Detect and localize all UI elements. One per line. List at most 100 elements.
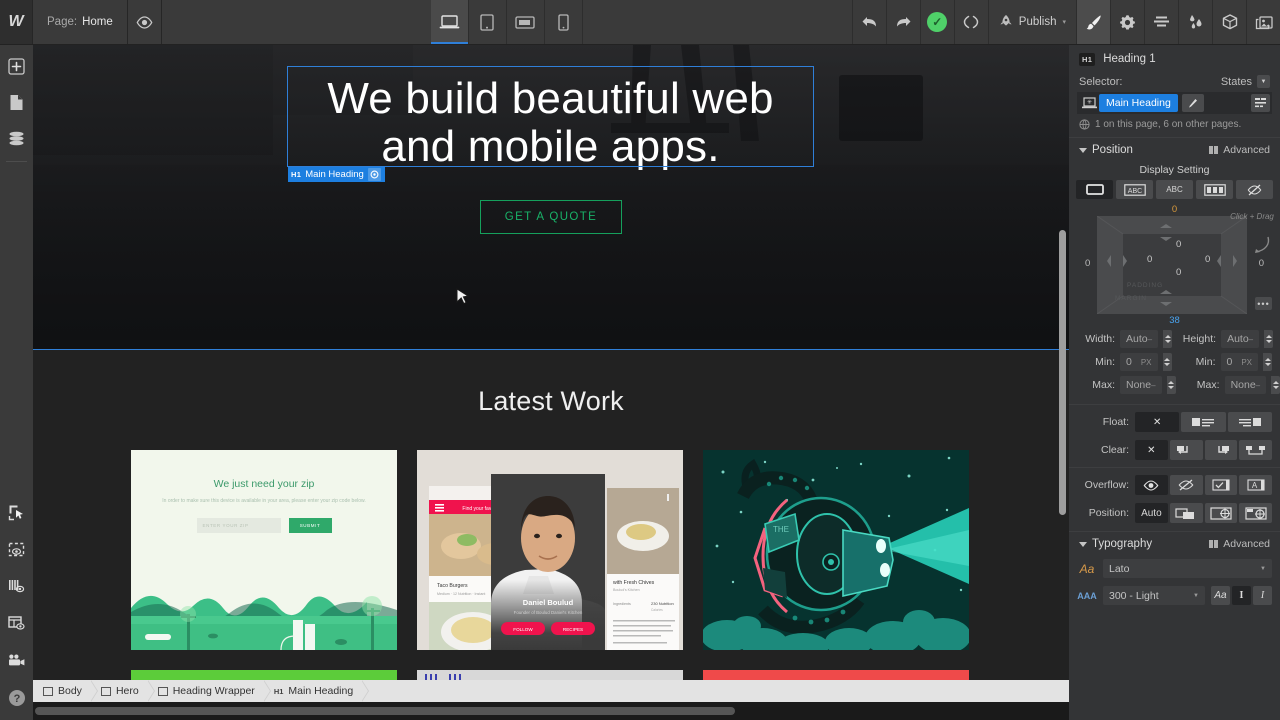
height-stepper[interactable]	[1264, 330, 1273, 348]
padding-top-value[interactable]: 0	[1176, 239, 1181, 250]
max-width-stepper[interactable]	[1167, 376, 1176, 394]
text-italic-button[interactable]: I	[1253, 586, 1272, 605]
page-selector[interactable]: Page: Home	[33, 0, 128, 44]
rail-item-help[interactable]: ?	[0, 681, 33, 714]
pencil-icon[interactable]	[1182, 94, 1204, 112]
device-tablet[interactable]	[469, 0, 507, 44]
recipe-app-card[interactable]: Find your favorites Taco Burgers Medium …	[417, 450, 683, 650]
min-width-field[interactable]: 0 PX	[1120, 353, 1158, 371]
max-height-stepper[interactable]	[1271, 376, 1280, 394]
display-none-button[interactable]	[1236, 180, 1273, 199]
undo-button[interactable]	[852, 0, 886, 44]
main-heading-selection[interactable]: We build beautiful web and mobile apps.	[288, 67, 813, 166]
rail-item-layout-preview[interactable]	[0, 607, 33, 640]
position-absolute-button[interactable]	[1205, 503, 1238, 523]
device-tablet-landscape[interactable]	[507, 0, 545, 44]
overflow-visible-button[interactable]	[1135, 475, 1168, 495]
display-flex-button[interactable]	[1196, 180, 1233, 199]
breadcrumb-item-body[interactable]: Body	[33, 680, 91, 702]
clear-left-button[interactable]	[1170, 440, 1203, 460]
zip-input[interactable]: ENTER YOUR ZIP	[197, 518, 281, 533]
get-a-quote-button[interactable]: GET A QUOTE	[480, 200, 623, 234]
font-family-select[interactable]: Lato ▼	[1103, 559, 1272, 578]
typography-advanced-toggle[interactable]: Advanced	[1209, 538, 1270, 550]
device-desktop[interactable]	[431, 0, 469, 44]
symbols-panel-button[interactable]	[1212, 0, 1246, 44]
publish-button[interactable]: Publish ▾	[988, 0, 1076, 44]
design-canvas[interactable]: We build beautiful web and mobile apps. …	[33, 45, 1069, 720]
breadcrumb-item-main-heading[interactable]: H1 Main Heading	[264, 680, 362, 702]
float-left-button[interactable]	[1181, 412, 1225, 432]
assets-panel-button[interactable]	[1246, 0, 1280, 44]
gear-icon[interactable]	[368, 168, 381, 181]
max-height-field[interactable]: None –	[1225, 376, 1267, 394]
display-inline-button[interactable]: ABC	[1156, 180, 1193, 199]
padding-bottom-value[interactable]: 0	[1176, 267, 1181, 278]
margin-bottom-value[interactable]: 38	[1075, 315, 1274, 326]
zip-lookup-card[interactable]: We just need your zip In order to make s…	[131, 450, 397, 650]
rail-item-select-tool[interactable]	[0, 496, 33, 529]
display-block-button[interactable]	[1076, 180, 1113, 199]
laptop-icon[interactable]: ✳	[1079, 94, 1099, 112]
box-model-control[interactable]: 0 38 0 0 0 0 0 0 PADDING MARGIN Click + …	[1075, 206, 1274, 324]
settings-panel-button[interactable]	[1110, 0, 1144, 44]
horizontal-scrollbar-track[interactable]	[33, 702, 1069, 720]
padding-left-value[interactable]: 0	[1147, 254, 1152, 265]
min-height-field[interactable]: 0 PX	[1221, 353, 1259, 371]
float-none-button[interactable]: ✕	[1135, 412, 1179, 432]
redo-button[interactable]	[886, 0, 920, 44]
horizontal-scrollbar-thumb[interactable]	[35, 707, 735, 715]
min-width-stepper[interactable]	[1163, 353, 1172, 371]
rail-item-cms[interactable]	[0, 122, 33, 155]
text-bold-button[interactable]: I	[1232, 586, 1251, 605]
font-weight-select[interactable]: 300 - Light ▼	[1103, 586, 1205, 605]
overflow-hidden-button[interactable]	[1170, 475, 1203, 495]
space-illustration-card[interactable]: THE	[703, 450, 969, 650]
max-width-field[interactable]: None –	[1120, 376, 1162, 394]
rail-item-pages[interactable]	[0, 86, 33, 119]
custom-code-button[interactable]	[954, 0, 988, 44]
states-dropdown[interactable]: States ▼	[1221, 75, 1270, 88]
width-stepper[interactable]	[1163, 330, 1172, 348]
save-status-button[interactable]: ✓	[920, 0, 954, 44]
zip-submit-button[interactable]: SUBMIT	[289, 518, 332, 533]
breadcrumb-item-heading-wrapper[interactable]: Heading Wrapper	[148, 680, 264, 702]
width-field[interactable]: Auto –	[1120, 330, 1158, 348]
rail-item-element-preview[interactable]	[0, 533, 33, 566]
clear-both-button[interactable]	[1239, 440, 1272, 460]
interactions-panel-button[interactable]	[1178, 0, 1212, 44]
height-field[interactable]: Auto –	[1221, 330, 1259, 348]
overflow-scroll-button[interactable]	[1205, 475, 1238, 495]
float-right-button[interactable]	[1228, 412, 1272, 432]
hero-heading[interactable]: We build beautiful web and mobile apps.	[288, 67, 813, 171]
clear-right-button[interactable]	[1205, 440, 1238, 460]
rail-item-grid-preview[interactable]	[0, 570, 33, 603]
margin-left-value[interactable]: 0	[1085, 258, 1090, 269]
selector-value[interactable]: Main Heading	[1099, 94, 1178, 112]
margin-right-value[interactable]: 0	[1259, 258, 1264, 269]
typography-section-header[interactable]: Typography Advanced	[1069, 531, 1280, 555]
display-inline-block-button[interactable]: ABC	[1116, 180, 1153, 199]
hero-section[interactable]: We build beautiful web and mobile apps. …	[33, 45, 1069, 350]
overflow-auto-button[interactable]: A	[1239, 475, 1272, 495]
position-auto-button[interactable]: Auto	[1135, 503, 1168, 523]
latest-work-section[interactable]: Latest Work We just need your zip In ord…	[33, 350, 1069, 720]
position-advanced-toggle[interactable]: Advanced	[1209, 144, 1270, 156]
navigator-panel-button[interactable]	[1144, 0, 1178, 44]
preview-toggle[interactable]	[128, 0, 162, 44]
selection-badge[interactable]: H1 Main Heading	[288, 167, 385, 182]
rail-item-add-elements[interactable]	[0, 50, 33, 83]
style-panel-button[interactable]	[1076, 0, 1110, 44]
position-relative-button[interactable]	[1170, 503, 1203, 523]
min-height-stepper[interactable]	[1263, 353, 1272, 371]
position-section-header[interactable]: Position Advanced	[1069, 137, 1280, 161]
webflow-logo[interactable]: W	[0, 0, 33, 44]
padding-right-value[interactable]: 0	[1205, 254, 1210, 265]
position-fixed-button[interactable]	[1239, 503, 1272, 523]
breadcrumb-item-hero[interactable]: Hero	[91, 680, 148, 702]
device-mobile[interactable]	[545, 0, 583, 44]
clear-none-button[interactable]: ✕	[1135, 440, 1168, 460]
text-normal-button[interactable]: Aa	[1211, 586, 1230, 605]
box-model-more-button[interactable]: •••	[1255, 297, 1272, 310]
canvas-vertical-scrollbar[interactable]	[1059, 230, 1066, 515]
